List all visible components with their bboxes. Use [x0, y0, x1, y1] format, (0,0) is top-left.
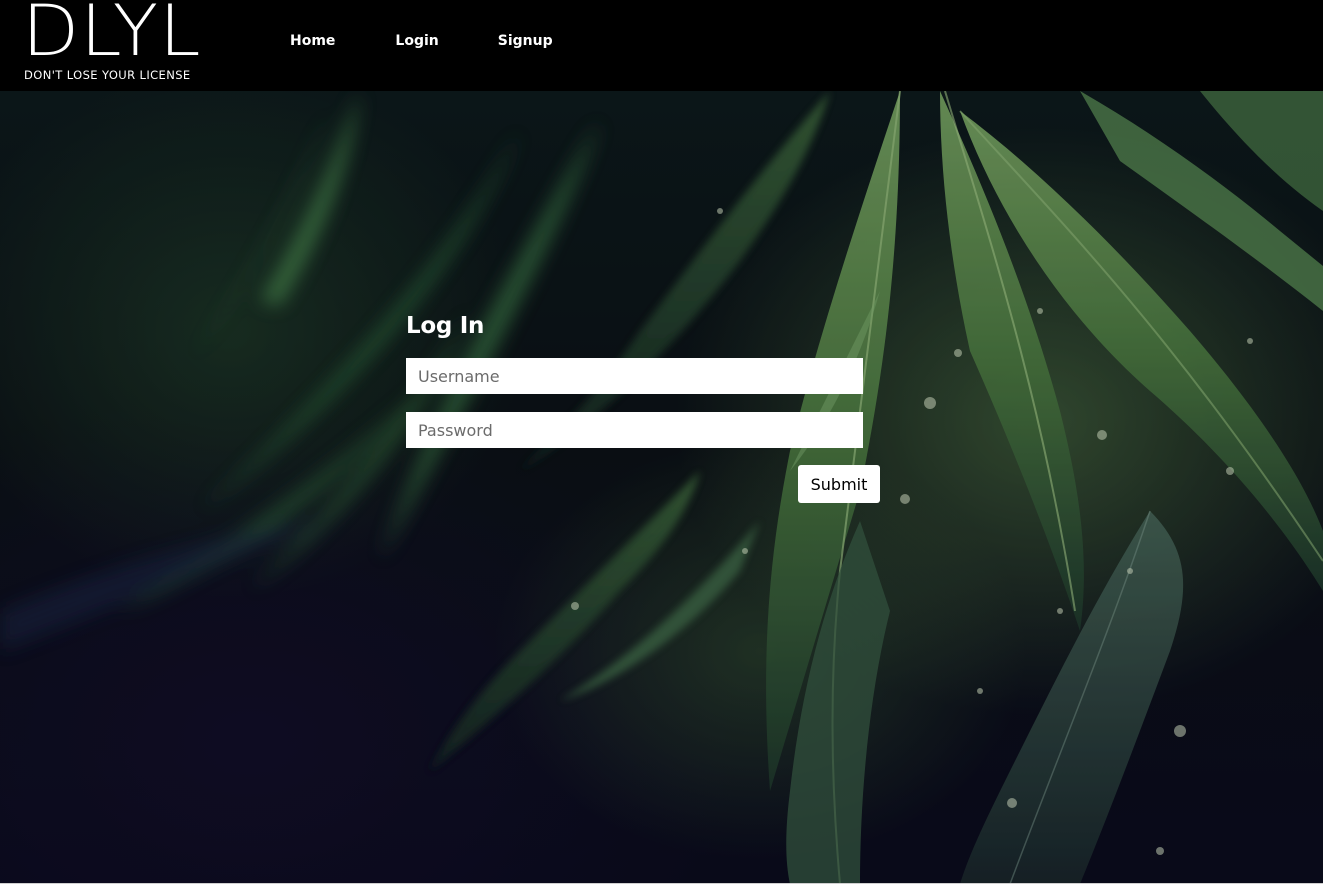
nav-signup[interactable]: Signup — [498, 31, 553, 51]
brand-logo-mark: DLYL — [22, 0, 202, 72]
login-page: DLYL DON'T LOSE YOUR LICENSE Home Login … — [0, 0, 1323, 884]
main-nav: Home Login Signup — [290, 31, 553, 51]
nav-login[interactable]: Login — [395, 31, 438, 51]
brand-tagline: DON'T LOSE YOUR LICENSE — [24, 68, 191, 82]
nav-home[interactable]: Home — [290, 31, 335, 51]
password-input[interactable] — [406, 412, 863, 448]
submit-button[interactable]: Submit — [798, 465, 880, 503]
site-header: DLYL DON'T LOSE YOUR LICENSE Home Login … — [0, 0, 1323, 91]
brand-logo[interactable]: DLYL DON'T LOSE YOUR LICENSE — [22, 0, 204, 86]
submit-row: Submit — [406, 465, 886, 503]
login-title: Log In — [406, 313, 485, 339]
username-input[interactable] — [406, 358, 863, 394]
login-form: Log In Submit — [406, 310, 886, 503]
